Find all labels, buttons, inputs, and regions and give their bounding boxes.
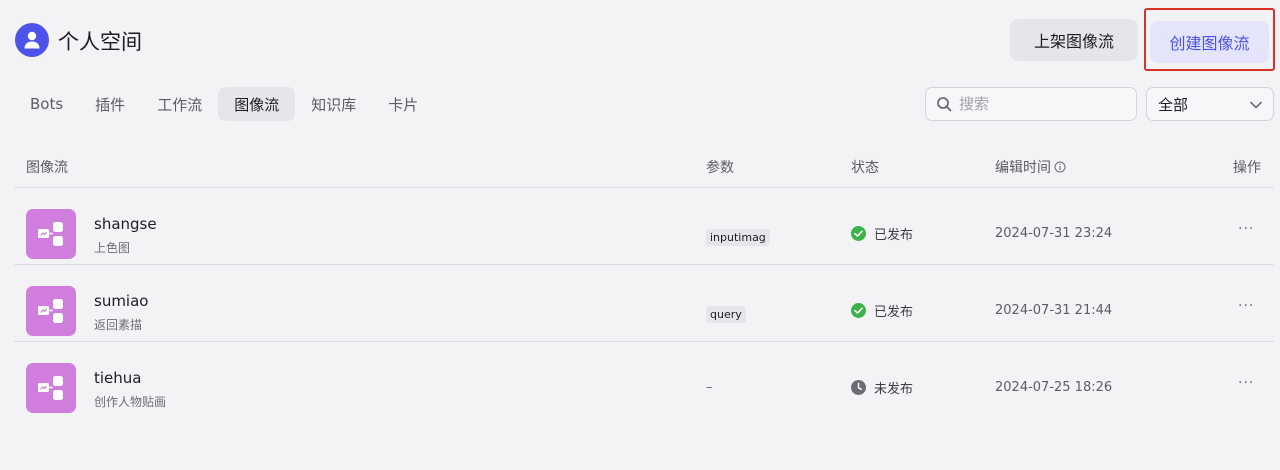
page-header: 个人空间 上架图像流 创建图像流	[0, 0, 1280, 82]
imageflow-icon	[26, 209, 76, 259]
search-icon	[937, 97, 952, 112]
column-header-status: 状态	[851, 160, 879, 176]
search-input[interactable]	[959, 95, 1119, 113]
more-actions-button[interactable]: ···	[1238, 298, 1254, 314]
edit-time: 2024-07-31 23:24	[995, 226, 1113, 241]
clock-icon	[851, 380, 866, 395]
tab-plugins[interactable]: 插件	[79, 87, 141, 121]
status-filter-select[interactable]: 全部	[1146, 87, 1274, 121]
edit-time-label: 编辑时间	[995, 160, 1051, 176]
filter-selected-value: 全部	[1158, 95, 1189, 114]
status-text: 已发布	[874, 228, 914, 243]
tab-cards[interactable]: 卡片	[372, 87, 434, 121]
imageflow-name: sumiao	[94, 292, 149, 310]
column-header-name: 图像流	[26, 160, 68, 176]
status-badge: 未发布	[851, 378, 913, 397]
create-button-highlight: 创建图像流	[1144, 8, 1275, 71]
table-row[interactable]: shangse 上色图 inputimag 已发布 2024-07-31 23:…	[14, 188, 1274, 265]
imageflow-icon	[26, 363, 76, 413]
tab-knowledge[interactable]: 知识库	[295, 87, 372, 121]
status-badge: 已发布	[851, 224, 913, 243]
tab-imageflows[interactable]: 图像流	[218, 87, 296, 121]
user-avatar-icon	[15, 23, 49, 57]
param-tag: inputimag	[706, 229, 770, 246]
publish-imageflow-button[interactable]: 上架图像流	[1010, 19, 1138, 61]
edit-time: 2024-07-31 21:44	[995, 303, 1113, 318]
tab-bots[interactable]: Bots	[14, 87, 79, 121]
page-title: 个人空间	[58, 30, 142, 54]
imageflow-description: 上色图	[94, 241, 131, 255]
table-row[interactable]: sumiao 返回素描 query 已发布 2024-07-31 21:44 ·…	[14, 265, 1274, 342]
imageflow-description: 返回素描	[94, 318, 143, 332]
status-text: 未发布	[874, 382, 914, 397]
imageflow-name: shangse	[94, 215, 157, 233]
column-header-actions: 操作	[1233, 160, 1261, 176]
status-badge: 已发布	[851, 301, 913, 320]
create-imageflow-button[interactable]: 创建图像流	[1150, 21, 1269, 63]
column-header-edit-time[interactable]: 编辑时间	[995, 157, 1066, 177]
check-circle-icon	[851, 303, 866, 318]
imageflow-description: 创作人物贴画	[94, 395, 167, 409]
more-actions-button[interactable]: ···	[1238, 221, 1254, 237]
column-header-params: 参数	[706, 160, 734, 176]
table-header: 图像流 参数 状态 编辑时间 操作	[14, 146, 1274, 188]
info-icon[interactable]	[1054, 161, 1066, 173]
imageflow-icon	[26, 286, 76, 336]
table-row[interactable]: tiehua 创作人物贴画 – 未发布 2024-07-25 18:26 ···	[14, 342, 1274, 419]
check-circle-icon	[851, 226, 866, 241]
chevron-down-icon	[1250, 101, 1262, 109]
imageflow-name: tiehua	[94, 369, 142, 387]
tab-workflows[interactable]: 工作流	[141, 87, 218, 121]
status-text: 已发布	[874, 305, 914, 320]
more-actions-button[interactable]: ···	[1238, 375, 1254, 391]
edit-time: 2024-07-25 18:26	[995, 380, 1113, 395]
search-box[interactable]	[925, 87, 1137, 121]
param-tag: query	[706, 306, 746, 323]
category-tabs: Bots 插件 工作流 图像流 知识库 卡片	[14, 87, 434, 121]
param-empty: –	[706, 380, 713, 395]
